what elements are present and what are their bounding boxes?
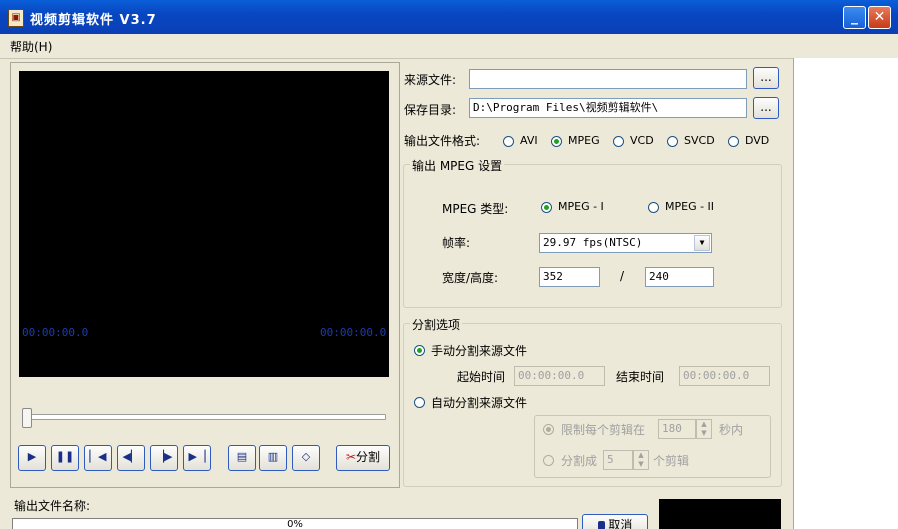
- step-forward-icon: ▕▶: [155, 450, 173, 463]
- title-bar[interactable]: ▣ 视频剪辑软件 V3.7 _ ✕: [0, 0, 898, 34]
- format-avi-label[interactable]: AVI: [520, 134, 538, 147]
- count-spinner[interactable]: ▲ ▼: [633, 450, 649, 470]
- current-time: 00:00:00.0: [22, 326, 89, 339]
- prev-frame-button[interactable]: ◀▏: [117, 445, 145, 471]
- mpeg2-label[interactable]: MPEG - II: [665, 200, 714, 213]
- pause-button[interactable]: ❚❚: [51, 445, 79, 471]
- format-avi-radio[interactable]: [503, 136, 514, 147]
- count-radio[interactable]: [543, 455, 554, 466]
- format-dvd-radio[interactable]: [728, 136, 739, 147]
- mark-start-button[interactable]: ▤: [228, 445, 256, 471]
- scissors-icon: ✂: [345, 450, 357, 464]
- play-icon: ▶: [27, 450, 37, 463]
- minimize-button[interactable]: _: [843, 6, 866, 29]
- manual-split-radio[interactable]: [414, 345, 425, 356]
- output-name-label: 输出文件名称:: [14, 499, 91, 513]
- spin-down-icon[interactable]: ▼: [638, 460, 643, 468]
- end-time-input[interactable]: 00:00:00.0: [679, 366, 770, 386]
- count-input[interactable]: 5: [603, 450, 633, 470]
- mpeg1-radio[interactable]: [541, 202, 552, 213]
- count-label: 分割成: [561, 454, 598, 468]
- source-file-input[interactable]: [469, 69, 747, 89]
- skip-end-icon: ▶▕: [188, 450, 206, 463]
- side-panel: [793, 58, 898, 529]
- size-label: 宽度/高度:: [442, 271, 499, 285]
- spin-up-icon[interactable]: ▲: [638, 451, 643, 459]
- mark-end-button[interactable]: ▥: [259, 445, 287, 471]
- skip-start-icon: ▏◀: [89, 450, 107, 463]
- pause-icon: ❚❚: [55, 450, 75, 463]
- save-dir-label: 保存目录:: [404, 103, 457, 117]
- limit-seconds-input[interactable]: 180: [658, 419, 696, 439]
- close-button[interactable]: ✕: [868, 6, 891, 29]
- end-time-label: 结束时间: [616, 370, 665, 384]
- go-start-button[interactable]: ▏◀: [84, 445, 112, 471]
- split-button[interactable]: ✂分割: [336, 445, 390, 471]
- window-title: 视频剪辑软件 V3.7: [30, 13, 157, 28]
- start-time-label: 起始时间: [457, 370, 506, 384]
- mpeg2-radio[interactable]: [648, 202, 659, 213]
- eraser-icon: ◇: [301, 450, 311, 463]
- format-mpeg-label[interactable]: MPEG: [568, 134, 600, 147]
- next-frame-button[interactable]: ▕▶: [150, 445, 178, 471]
- mpeg-type-label: MPEG 类型:: [442, 202, 509, 216]
- seek-thumb[interactable]: [22, 408, 32, 428]
- save-browse-button[interactable]: ...: [753, 97, 779, 119]
- cancel-button-label: 取消: [608, 518, 633, 529]
- width-input[interactable]: 352: [539, 267, 600, 287]
- format-label: 输出文件格式:: [404, 134, 481, 148]
- mark-in-icon: ▤: [236, 450, 248, 463]
- go-end-button[interactable]: ▶▕: [183, 445, 211, 471]
- format-svcd-radio[interactable]: [667, 136, 678, 147]
- mpeg-group-title: 输出 MPEG 设置: [410, 157, 505, 174]
- seek-track[interactable]: [24, 414, 386, 420]
- limit-unit: 秒内: [719, 423, 744, 437]
- menu-help[interactable]: 帮助(H): [10, 38, 52, 55]
- spin-up-icon[interactable]: ▲: [701, 420, 706, 428]
- progress-text: 0%: [287, 519, 303, 529]
- cancel-button[interactable]: 取消: [582, 514, 648, 529]
- count-unit: 个剪辑: [653, 454, 690, 468]
- height-input[interactable]: 240: [645, 267, 714, 287]
- app-window: ▣ 视频剪辑软件 V3.7 _ ✕ 帮助(H) 00:00:00.0 00:00…: [0, 0, 898, 529]
- fps-label: 帧率:: [442, 236, 471, 250]
- output-preview: [659, 499, 781, 529]
- split-button-label: 分割: [356, 450, 381, 464]
- size-separator: /: [620, 269, 625, 283]
- dropdown-arrow-icon[interactable]: ▼: [694, 235, 710, 251]
- fps-select[interactable]: 29.97 fps(NTSC) ▼: [539, 233, 712, 253]
- format-dvd-label[interactable]: DVD: [745, 134, 769, 147]
- step-back-icon: ◀▏: [122, 450, 140, 463]
- limit-radio[interactable]: [543, 424, 554, 435]
- format-mpeg-radio[interactable]: [551, 136, 562, 147]
- stop-icon: [597, 521, 605, 529]
- menu-bar: 帮助(H): [0, 34, 898, 59]
- auto-split-radio[interactable]: [414, 397, 425, 408]
- player-panel: [10, 62, 400, 488]
- mpeg1-label[interactable]: MPEG - I: [558, 200, 604, 213]
- mark-out-icon: ▥: [267, 450, 279, 463]
- spin-down-icon[interactable]: ▼: [701, 429, 706, 437]
- limit-label: 限制每个剪辑在: [561, 423, 646, 437]
- split-group-title: 分割选项: [410, 316, 463, 333]
- format-vcd-label[interactable]: VCD: [630, 134, 654, 147]
- clear-button[interactable]: ◇: [292, 445, 320, 471]
- manual-split-label[interactable]: 手动分割来源文件: [431, 342, 527, 359]
- source-file-label: 来源文件:: [404, 73, 457, 87]
- start-time-input[interactable]: 00:00:00.0: [514, 366, 605, 386]
- source-browse-button[interactable]: ...: [753, 67, 779, 89]
- save-dir-input[interactable]: D:\Program Files\视频剪辑软件\: [469, 98, 747, 118]
- fps-value: 29.97 fps(NTSC): [543, 236, 643, 249]
- play-button[interactable]: ▶: [18, 445, 46, 471]
- auto-split-label[interactable]: 自动分割来源文件: [431, 394, 527, 411]
- limit-spinner[interactable]: ▲ ▼: [696, 419, 712, 439]
- app-icon: ▣: [8, 9, 24, 27]
- format-svcd-label[interactable]: SVCD: [684, 134, 715, 147]
- format-vcd-radio[interactable]: [613, 136, 624, 147]
- total-time: 00:00:00.0: [320, 326, 387, 339]
- progress-bar: 0%: [12, 518, 578, 529]
